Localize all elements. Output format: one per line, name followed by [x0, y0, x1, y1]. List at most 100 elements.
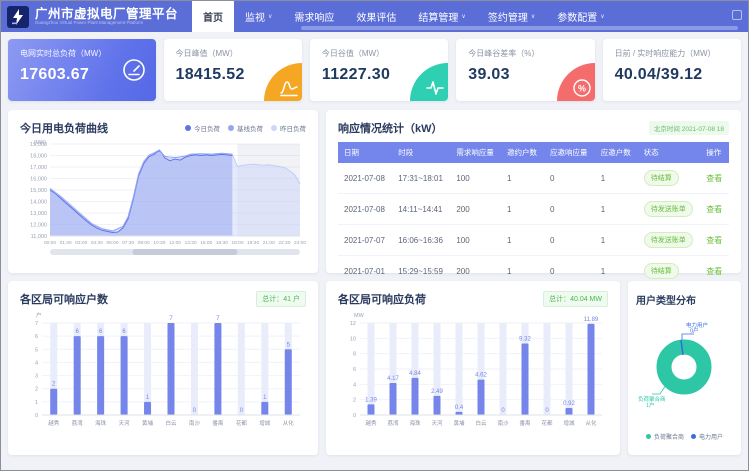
legend-item[interactable]: 昨日负荷: [271, 123, 306, 133]
svg-text:7: 7: [169, 316, 173, 322]
svg-text:22:30: 22:30: [278, 240, 290, 246]
svg-text:19:30: 19:30: [247, 240, 259, 246]
svg-text:07:30: 07:30: [122, 240, 134, 246]
cell-resp-users: 1: [595, 194, 638, 225]
top-navbar: 广州市虚拟电厂管理平台 Guangzhou Virtual Power Plan…: [1, 1, 748, 32]
table-header-cell: 日期: [338, 142, 392, 163]
view-link[interactable]: 查看: [706, 205, 722, 214]
kpi-label: 今日谷值（MW）: [322, 48, 436, 59]
svg-text:4: 4: [35, 360, 38, 366]
svg-text:4.84: 4.84: [409, 371, 421, 377]
svg-text:04:30: 04:30: [91, 240, 103, 246]
user-type-panel: 用户类型分布 电力用户0户负荷聚合商1户 负荷聚合商电力用户: [628, 281, 741, 455]
svg-text:13:30: 13:30: [185, 240, 197, 246]
kpi-label: 今日峰谷差率（%）: [468, 48, 582, 59]
view-link[interactable]: 查看: [706, 174, 722, 183]
cell-invited: 1: [501, 163, 544, 194]
district-households-chart[interactable]: 户012345672越秀6荔湾6海珠6天河1黄埔7白云0南沙7番禺0花都1增城5…: [20, 309, 306, 449]
svg-text:6: 6: [353, 367, 356, 373]
status-badge: 待发送账单: [644, 201, 693, 217]
svg-text:4.17: 4.17: [387, 376, 399, 382]
svg-text:7: 7: [216, 316, 220, 322]
load-curve-chart[interactable]: (MW)11,00012,00013,00014,00015,00016,000…: [20, 138, 306, 262]
percent-gauge-icon: %: [572, 78, 592, 98]
table-header-cell: 应邀响应量: [544, 142, 595, 163]
load-curve-title: 今日用电负荷曲线: [20, 120, 108, 136]
svg-text:0户: 0户: [690, 327, 699, 335]
status-badge: 待结算: [644, 170, 679, 186]
nav-scrollbar[interactable]: [301, 26, 738, 30]
beijing-time-badge: 北京时间 2021-07-08 18: [649, 121, 729, 135]
legend-item[interactable]: 基线负荷: [228, 123, 263, 133]
view-link[interactable]: 查看: [706, 267, 722, 276]
table-row: 2021-07-0817:31~18:01100101待结算查看: [338, 163, 729, 194]
lightning-icon: [7, 6, 29, 28]
table-header-cell: 时段: [392, 142, 450, 163]
svg-text:17,000: 17,000: [30, 165, 47, 171]
svg-text:12:00: 12:00: [169, 240, 181, 246]
response-stats-title: 响应情况统计（kW）: [338, 120, 443, 136]
svg-text:2: 2: [353, 398, 356, 404]
pulse-icon: [425, 78, 445, 98]
svg-text:06:00: 06:00: [106, 240, 118, 246]
table-row: 2021-07-0716:06~16:36100101待发送账单查看: [338, 225, 729, 256]
table-header-cell: 应邀户数: [595, 142, 638, 163]
svg-text:00:00: 00:00: [44, 240, 56, 246]
kpi-label: 日前 / 实时响应能力（MW）: [615, 48, 729, 59]
kpi-card-3: 今日峰谷差率（%）39.03%: [456, 39, 594, 101]
svg-text:2: 2: [35, 387, 38, 393]
svg-text:户: 户: [36, 311, 42, 319]
svg-text:白云: 白云: [475, 419, 487, 427]
cell-demand: 100: [450, 225, 501, 256]
svg-text:24:00: 24:00: [294, 240, 306, 246]
svg-text:增城: 增城: [259, 419, 271, 427]
table-header-cell: 需求响应量: [450, 142, 501, 163]
svg-text:南沙: 南沙: [189, 419, 201, 427]
svg-text:番禺: 番禺: [519, 420, 530, 427]
app-subtitle: Guangzhou Virtual Power Plant Management…: [35, 21, 178, 26]
cell-date: 2021-07-08: [338, 194, 392, 225]
svg-text:从化: 从化: [283, 419, 295, 427]
legend-item[interactable]: 电力用户: [691, 432, 723, 441]
svg-text:03:00: 03:00: [75, 240, 87, 246]
nav-item-1[interactable]: 监视∨: [234, 1, 283, 32]
app-window: 广州市虚拟电厂管理平台 Guangzhou Virtual Power Plan…: [0, 0, 749, 471]
table-row: 2021-07-0814:11~14:41200101待发送账单查看: [338, 194, 729, 225]
kpi-value: 40.04/39.12: [615, 66, 729, 84]
svg-text:0.4: 0.4: [455, 405, 464, 411]
legend-item[interactable]: 今日负荷: [185, 123, 220, 133]
svg-text:增城: 增城: [563, 419, 575, 427]
svg-text:4: 4: [353, 382, 356, 388]
svg-text:海珠: 海珠: [95, 419, 107, 427]
svg-text:09:00: 09:00: [138, 240, 150, 246]
view-link[interactable]: 查看: [706, 236, 722, 245]
svg-text:海珠: 海珠: [409, 419, 421, 427]
svg-text:0.92: 0.92: [563, 401, 575, 407]
nav-item-0[interactable]: 首页: [192, 1, 234, 32]
dashboard: 电网实时总负荷（MW）17603.67今日峰值（MW）18415.52今日谷值（…: [1, 32, 748, 470]
svg-text:白云: 白云: [165, 419, 177, 427]
svg-text:0: 0: [353, 413, 356, 419]
svg-text:花都: 花都: [236, 419, 248, 427]
svg-text:15:00: 15:00: [200, 240, 212, 246]
cell-resp-load: 0: [544, 194, 595, 225]
user-type-donut-chart[interactable]: 电力用户0户负荷聚合商1户: [636, 309, 733, 425]
svg-text:8: 8: [353, 352, 356, 358]
cell-period: 14:11~14:41: [392, 194, 450, 225]
kpi-card-2: 今日谷值（MW）11227.30: [310, 39, 448, 101]
svg-text:14,000: 14,000: [30, 200, 47, 206]
table-header-cell: 状态: [638, 142, 700, 163]
svg-text:11,000: 11,000: [31, 234, 47, 240]
fullscreen-icon[interactable]: [732, 10, 742, 20]
district-load-panel: 各区局可响应负荷 总计：40.04 MW MW0246810121.39越秀4.…: [326, 281, 620, 455]
district-load-chart[interactable]: MW0246810121.39越秀4.17荔湾4.84海珠2.49天河0.4黄埔…: [338, 309, 608, 449]
svg-text:天河: 天河: [431, 419, 443, 427]
svg-text:11.89: 11.89: [584, 317, 599, 323]
chevron-down-icon: ∨: [600, 13, 604, 20]
district-households-title: 各区局可响应户数: [20, 291, 108, 307]
svg-text:18,000: 18,000: [30, 154, 47, 160]
kpi-card-0: 电网实时总负荷（MW）17603.67: [8, 39, 156, 101]
legend-item[interactable]: 负荷聚合商: [646, 432, 684, 441]
svg-text:5: 5: [35, 347, 38, 353]
svg-text:南沙: 南沙: [497, 419, 509, 427]
